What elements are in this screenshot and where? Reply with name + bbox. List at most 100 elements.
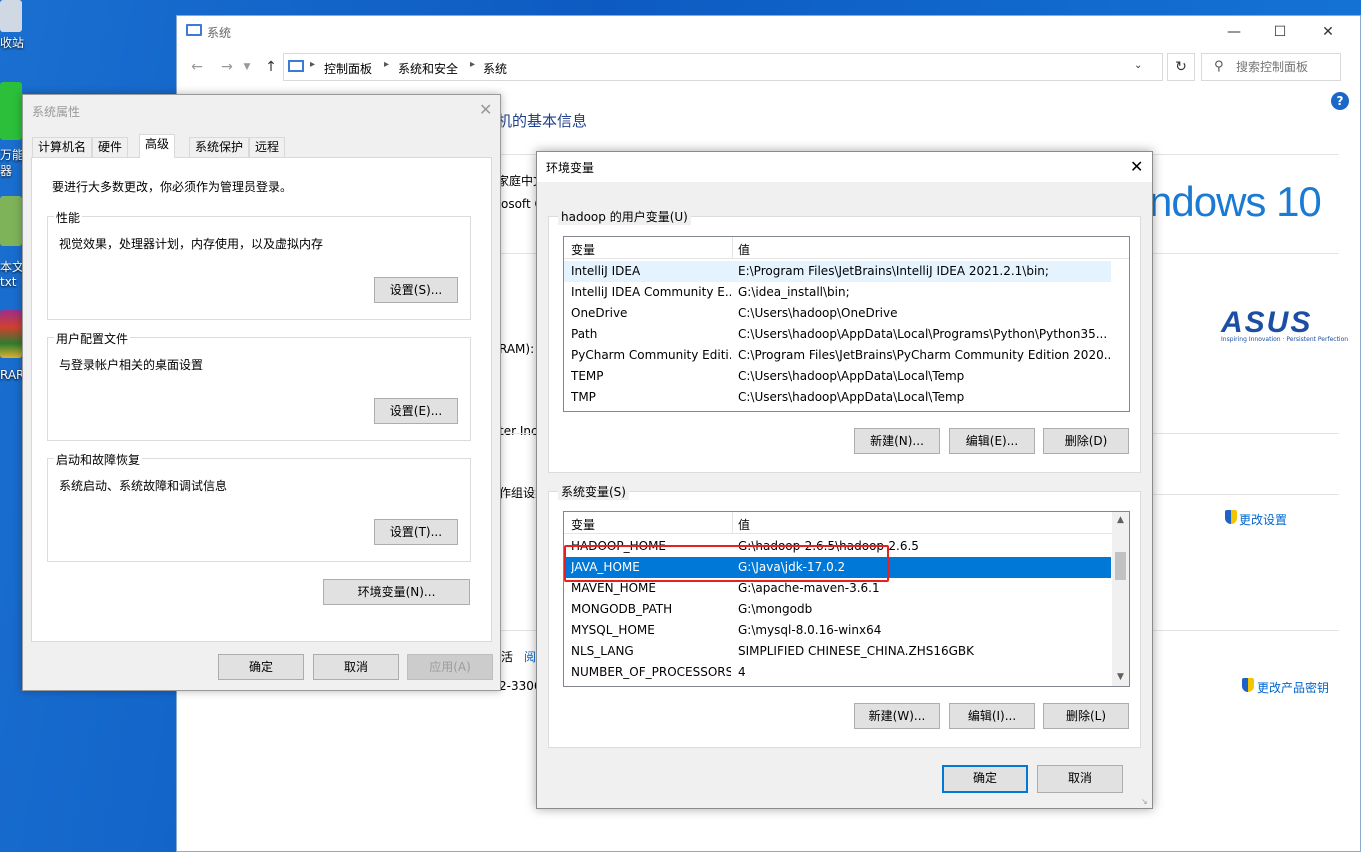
table-row[interactable]: TEMP C:\Users\hadoop\AppData\Local\Temp <box>564 366 1111 387</box>
var-name: OneDrive <box>571 306 628 320</box>
desktop-label: RAR <box>0 368 25 382</box>
breadcrumb-separator-icon: ▸ <box>310 59 316 70</box>
table-row[interactable]: IntelliJ IDEA E:\Program Files\JetBrains… <box>564 261 1111 282</box>
var-name: IntelliJ IDEA <box>571 264 641 278</box>
table-row[interactable]: PyCharm Community Editi... C:\Program Fi… <box>564 345 1111 366</box>
table-row[interactable]: MYSQL_HOME G:\mysql-8.0.16-winx64 <box>564 620 1111 641</box>
system-delete-button[interactable]: 删除(L) <box>1043 703 1129 729</box>
table-row[interactable]: Path C:\Users\hadoop\AppData\Local\Progr… <box>564 324 1111 345</box>
activation-read-link[interactable]: 阅 <box>524 648 536 665</box>
var-name: MONGODB_PATH <box>571 602 673 616</box>
ok-button[interactable]: 确定 <box>218 654 304 680</box>
column-header-variable[interactable]: 变量 <box>571 241 595 258</box>
user-variables-list[interactable]: 变量 值 IntelliJ IDEA E:\Program Files\JetB… <box>563 236 1130 412</box>
close-icon[interactable]: ✕ <box>1130 157 1143 176</box>
tab-hardware[interactable]: 硬件 <box>92 137 129 157</box>
var-value: SIMPLIFIED CHINESE_CHINA.ZHS16GBK <box>738 644 975 658</box>
desktop-icon-winrar[interactable] <box>0 310 22 358</box>
search-box[interactable]: ⚲ <box>1201 53 1341 81</box>
user-new-button[interactable]: 新建(N)... <box>854 428 940 454</box>
address-row: ← → ▼ ↑ ▸ 控制面板 ▸ 系统和安全 ▸ 系统 ⌄ ↻ ⚲ <box>177 52 1360 82</box>
back-arrow-icon[interactable]: ← <box>187 57 207 77</box>
var-name: IntelliJ IDEA Community E... <box>571 285 731 299</box>
search-input[interactable] <box>1236 59 1336 75</box>
close-icon[interactable]: ✕ <box>479 100 492 119</box>
desktop-label: 万能 <box>0 148 25 162</box>
var-value: C:\Program Files\JetBrains\PyCharm Commu… <box>738 348 1110 362</box>
dropdown-arrow-icon[interactable]: ▼ <box>237 57 257 77</box>
tab-advanced[interactable]: 高级 <box>139 134 176 158</box>
control-panel-icon <box>288 60 304 72</box>
change-settings-link[interactable]: 更改设置 <box>1239 511 1287 528</box>
forward-arrow-icon[interactable]: → <box>217 57 237 77</box>
system-variables-list[interactable]: 变量 值 HADOOP_HOME G:\hadoop-2.6.5\hadoop-… <box>563 511 1130 687</box>
breadcrumb-system-security[interactable]: 系统和安全 <box>398 60 458 77</box>
breadcrumb-system[interactable]: 系统 <box>483 60 507 77</box>
performance-settings-button[interactable]: 设置(S)... <box>374 277 458 303</box>
page-heading: 机的基本信息 <box>497 112 588 130</box>
apply-button[interactable]: 应用(A) <box>407 654 493 680</box>
change-product-key-link[interactable]: 更改产品密钥 <box>1257 679 1329 696</box>
group-performance: 性能 视觉效果，处理器计划，内存使用，以及虚拟内存 设置(S)... <box>47 209 471 320</box>
breadcrumb-control-panel[interactable]: 控制面板 <box>324 60 372 77</box>
system-edit-button[interactable]: 编辑(I)... <box>949 703 1035 729</box>
search-icon: ⚲ <box>1214 59 1224 74</box>
help-icon[interactable]: ? <box>1331 92 1349 110</box>
var-value: G:\mysql-8.0.16-winx64 <box>738 623 882 637</box>
var-value: G:\apache-maven-3.6.1 <box>738 581 880 595</box>
desktop-icon-notepad[interactable] <box>0 196 22 246</box>
group-startup-recovery: 启动和故障恢复 系统启动、系统故障和调试信息 设置(T)... <box>47 451 471 562</box>
cancel-button[interactable]: 取消 <box>313 654 399 680</box>
table-row[interactable]: TMP C:\Users\hadoop\AppData\Local\Temp <box>564 387 1111 408</box>
close-button[interactable]: ✕ <box>1305 20 1351 44</box>
admin-note: 要进行大多数更改，你必须作为管理员登录。 <box>52 180 293 194</box>
column-header-variable[interactable]: 变量 <box>571 516 595 533</box>
tab-computer-name[interactable]: 计算机名 <box>32 137 93 157</box>
address-bar[interactable]: ▸ 控制面板 ▸ 系统和安全 ▸ 系统 ⌄ <box>283 53 1163 81</box>
dialog-title: 环境变量 <box>546 161 595 175</box>
scroll-thumb[interactable] <box>1115 552 1126 580</box>
tab-system-protection[interactable]: 系统保护 <box>189 137 250 157</box>
up-arrow-icon[interactable]: ↑ <box>261 57 281 77</box>
user-profile-settings-button[interactable]: 设置(E)... <box>374 398 458 424</box>
ram-text: RAM): <box>499 342 535 356</box>
column-header-value[interactable]: 值 <box>738 516 750 533</box>
scroll-down-icon[interactable]: ▼ <box>1112 669 1129 686</box>
table-row[interactable]: MONGODB_PATH G:\mongodb <box>564 599 1111 620</box>
cancel-button[interactable]: 取消 <box>1037 765 1123 793</box>
var-name: NLS_LANG <box>571 644 634 658</box>
user-delete-button[interactable]: 删除(D) <box>1043 428 1129 454</box>
var-value: G:\mongodb <box>738 602 813 616</box>
startup-settings-button[interactable]: 设置(T)... <box>374 519 458 545</box>
processor-text: ter Inc <box>499 424 538 438</box>
group-desc: 系统启动、系统故障和调试信息 <box>59 479 228 493</box>
table-row[interactable]: OneDrive C:\Users\hadoop\OneDrive <box>564 303 1111 324</box>
desktop-icon-recycle[interactable] <box>0 0 22 32</box>
list-header: 变量 值 <box>564 512 1129 534</box>
table-row[interactable]: NLS_LANG SIMPLIFIED CHINESE_CHINA.ZHS16G… <box>564 641 1111 662</box>
vertical-scrollbar[interactable]: ▲ ▼ <box>1112 512 1129 686</box>
breadcrumb-separator-icon: ▸ <box>470 59 476 70</box>
system-new-button[interactable]: 新建(W)... <box>854 703 940 729</box>
title-bar: 环境变量 ✕ <box>537 152 1152 182</box>
activation-text: 活 <box>501 650 514 664</box>
environment-variables-button[interactable]: 环境变量(N)... <box>323 579 470 605</box>
user-variables-section: hadoop 的用户变量(U) 变量 值 IntelliJ IDEA E:\Pr… <box>548 208 1141 473</box>
resize-grip-icon[interactable]: ↘ <box>1141 797 1148 806</box>
var-value: C:\Users\hadoop\OneDrive <box>738 306 898 320</box>
table-row[interactable]: IntelliJ IDEA Community E... G:\idea_ins… <box>564 282 1111 303</box>
ok-button[interactable]: 确定 <box>942 765 1028 793</box>
minimize-button[interactable]: — <box>1211 20 1257 44</box>
maximize-button[interactable]: ☐ <box>1257 20 1303 44</box>
address-dropdown-icon[interactable]: ⌄ <box>1134 60 1142 71</box>
desktop-label: 收站 <box>0 36 25 50</box>
user-edit-button[interactable]: 编辑(E)... <box>949 428 1035 454</box>
refresh-icon[interactable]: ↻ <box>1167 53 1195 81</box>
group-title: 启动和故障恢复 <box>54 451 143 468</box>
scroll-up-icon[interactable]: ▲ <box>1112 512 1129 529</box>
desktop-icon-wifi[interactable] <box>0 82 22 140</box>
table-row[interactable]: NUMBER_OF_PROCESSORS 4 <box>564 662 1111 683</box>
breadcrumb-separator-icon: ▸ <box>384 59 390 70</box>
column-header-value[interactable]: 值 <box>738 241 750 258</box>
tab-remote[interactable]: 远程 <box>249 137 286 157</box>
